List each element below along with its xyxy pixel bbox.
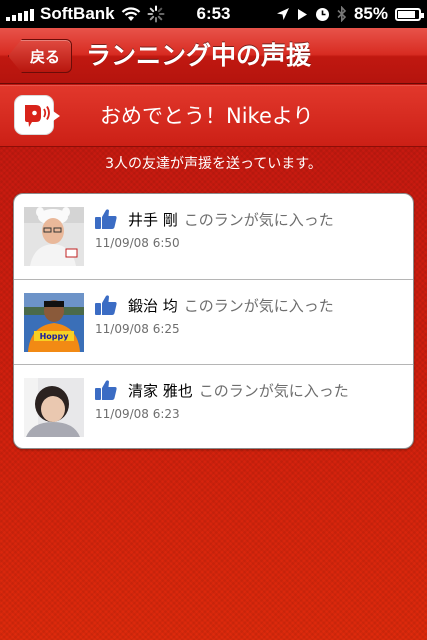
status-right-group: 85%: [276, 4, 424, 24]
cheer-message: このランが気に入った: [183, 297, 334, 315]
thumbs-up-icon: [95, 209, 117, 229]
list-item[interactable]: 清家 雅也 このランが気に入った 11/09/08 6:23: [14, 364, 413, 448]
cheer-banner-message: おめでとう！Nikeより: [100, 104, 314, 128]
cheer-message: このランが気に入った: [198, 382, 349, 400]
cheer-entry: 鍛治 均このランが気に入った: [128, 295, 334, 316]
battery-level-fill: [398, 10, 415, 18]
cheer-timestamp: 11/09/08 6:23: [95, 407, 180, 421]
avatar: [24, 378, 84, 437]
play-icon: [297, 8, 307, 20]
status-bar: SoftBank 6:53 85%: [0, 0, 427, 28]
cheer-entry: 井手 剛このランが気に入った: [128, 209, 334, 230]
friend-name: 井手 剛: [128, 211, 178, 229]
cheer-timestamp: 11/09/08 6:25: [95, 322, 180, 336]
avatar: [24, 207, 84, 266]
location-arrow-icon: [276, 8, 289, 20]
svg-text:Hoppy: Hoppy: [40, 332, 70, 341]
alarm-clock-icon: [315, 7, 329, 21]
friends-count-text: 3人の友達が声援を送っています。: [105, 156, 322, 172]
list-item[interactable]: Hoppy 鍛治 均このランが気に入った 11/09/08 6:25: [14, 279, 413, 364]
back-button[interactable]: 戻る: [8, 39, 72, 73]
navigation-bar: 戻る ランニング中の声援: [0, 28, 427, 84]
friend-name: 鍛治 均: [128, 297, 178, 315]
cheers-list: 井手 剛このランが気に入った 11/09/08 6:50 Hoppy 鍛治 均こ…: [13, 193, 414, 449]
battery-percent: 85: [353, 4, 373, 23]
friend-name: 清家 雅也: [128, 382, 193, 400]
cheer-entry: 清家 雅也 このランが気に入った: [128, 380, 349, 401]
page-title: ランニング中の声援: [86, 41, 312, 70]
cheer-timestamp: 11/09/08 6:50: [95, 236, 180, 250]
thumbs-up-icon: [95, 380, 117, 400]
avatar: Hoppy: [24, 293, 84, 352]
list-item[interactable]: 井手 剛このランが気に入った 11/09/08 6:50: [14, 194, 413, 279]
battery-percent-unit: %: [372, 4, 388, 23]
speech-bubble-sound-icon: [14, 95, 60, 135]
cheer-message: このランが気に入った: [183, 211, 334, 229]
thumbs-up-icon: [95, 295, 117, 315]
battery-icon: [395, 7, 424, 21]
bluetooth-icon: [337, 6, 347, 22]
message-banner: おめでとう！Nikeより: [0, 85, 427, 147]
